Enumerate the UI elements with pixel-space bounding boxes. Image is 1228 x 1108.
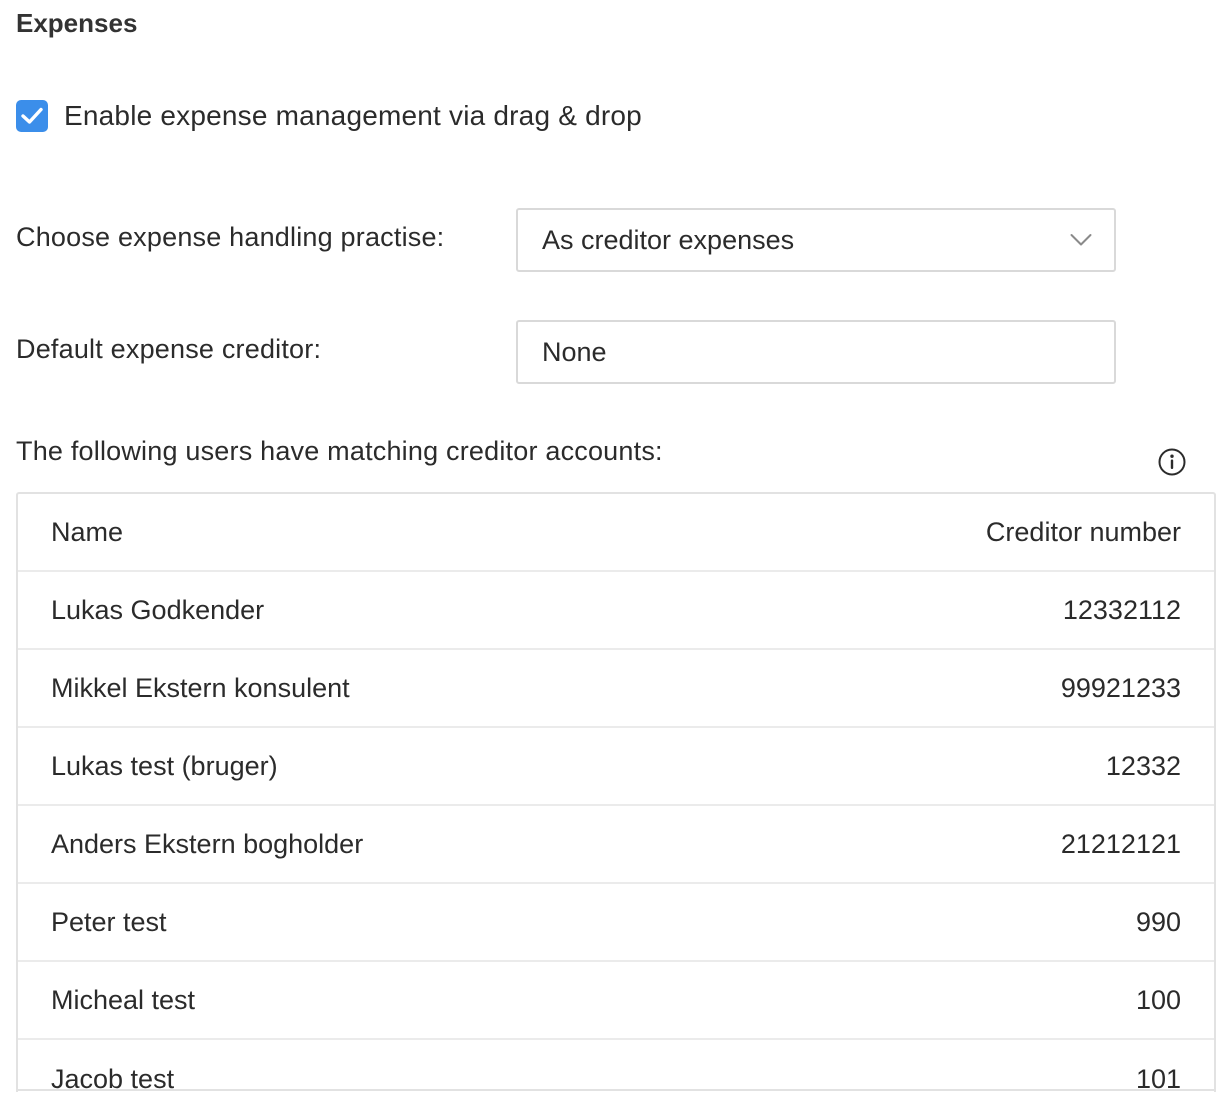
row-creditor-number: 101 <box>1135 1063 1181 1093</box>
row-name: Mikkel Ekstern konsulent <box>51 672 350 703</box>
column-header-name: Name <box>51 516 124 547</box>
table-row: Jacob test 101 <box>18 1040 1214 1093</box>
default-creditor-value: None <box>542 336 607 367</box>
table-row: Lukas Godkender 12332112 <box>18 572 1214 650</box>
row-name: Peter test <box>51 906 167 937</box>
table-row: Anders Ekstern bogholder 21212121 <box>18 806 1214 884</box>
handling-practise-value: As creditor expenses <box>542 224 795 255</box>
row-name: Jacob test <box>51 1063 175 1093</box>
default-creditor-field[interactable]: None <box>516 320 1116 384</box>
handling-practise-label: Choose expense handling practise: <box>16 222 445 252</box>
row-name: Lukas test (bruger) <box>51 750 278 781</box>
row-name: Lukas Godkender <box>51 594 265 625</box>
section-title: Expenses <box>16 8 138 38</box>
chevron-down-icon <box>1070 234 1092 246</box>
table-row: Mikkel Ekstern konsulent 99921233 <box>18 650 1214 728</box>
row-creditor-number: 99921233 <box>1060 672 1181 703</box>
info-icon[interactable] <box>1157 447 1187 477</box>
row-creditor-number: 100 <box>1135 984 1181 1015</box>
checkbox-checked-icon[interactable] <box>16 100 48 132</box>
row-name: Micheal test <box>51 984 196 1015</box>
table-row: Lukas test (bruger) 12332 <box>18 728 1214 806</box>
users-table-intro: The following users have matching credit… <box>16 436 663 466</box>
users-table: Name Creditor number Lukas Godkender 123… <box>16 492 1216 1092</box>
default-creditor-label: Default expense creditor: <box>16 334 322 364</box>
row-creditor-number: 990 <box>1135 906 1181 937</box>
enable-expense-management-checkbox[interactable]: Enable expense management via drag & dro… <box>16 100 642 132</box>
table-row: Peter test 990 <box>18 884 1214 962</box>
row-creditor-number: 12332112 <box>1062 594 1181 625</box>
table-row: Micheal test 100 <box>18 962 1214 1040</box>
table-bottom-border <box>16 1089 1216 1091</box>
checkbox-label: Enable expense management via drag & dro… <box>64 100 642 131</box>
row-creditor-number: 21212121 <box>1060 828 1181 859</box>
row-creditor-number: 12332 <box>1105 750 1181 781</box>
column-header-creditor-number: Creditor number <box>985 516 1181 547</box>
table-header: Name Creditor number <box>18 494 1214 572</box>
row-name: Anders Ekstern bogholder <box>51 828 364 859</box>
handling-practise-select[interactable]: As creditor expenses <box>516 208 1116 272</box>
